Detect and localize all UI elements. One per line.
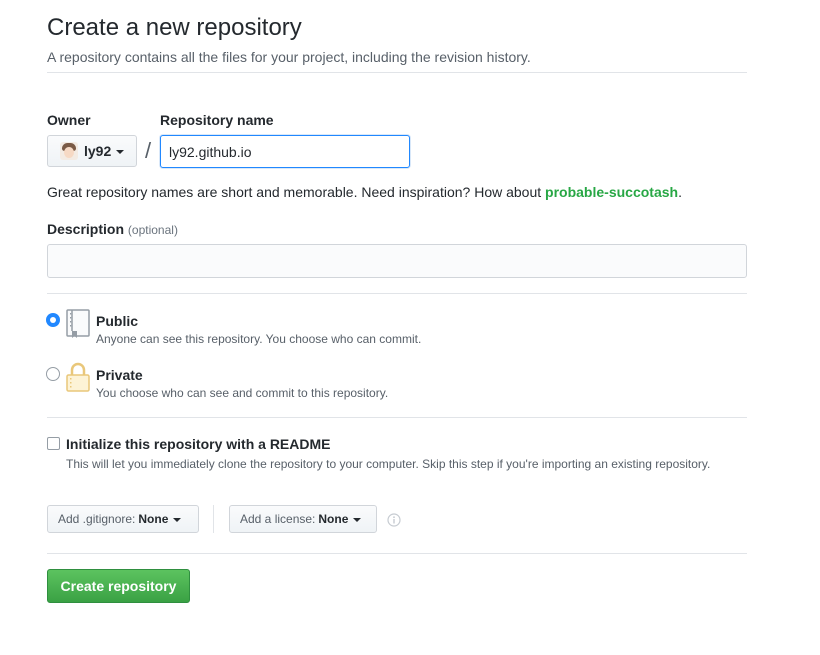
- page-subtitle: A repository contains all the files for …: [47, 49, 531, 65]
- optional-tag: (optional): [127, 223, 178, 237]
- repo-name-label: Repository name: [160, 112, 274, 128]
- select-divider: [213, 505, 214, 533]
- private-option-desc: You choose who can see and commit to thi…: [96, 386, 389, 400]
- caret-down-icon: [353, 518, 362, 522]
- private-option-title[interactable]: Private: [96, 366, 143, 384]
- readme-option-title[interactable]: Initialize this repository with a README: [66, 435, 330, 453]
- visibility-divider: [47, 417, 747, 418]
- info-icon[interactable]: [387, 513, 401, 527]
- gitignore-label: Add .gitignore:: [58, 512, 136, 526]
- section-divider: [47, 293, 747, 294]
- hint-end: .: [678, 184, 682, 200]
- public-option-title[interactable]: Public: [96, 312, 138, 330]
- avatar: [60, 142, 78, 160]
- public-option-desc: Anyone can see this repository. You choo…: [96, 332, 422, 346]
- name-suggestion-link[interactable]: probable-succotash: [545, 184, 678, 200]
- lock-icon: [66, 362, 90, 392]
- owner-label: Owner: [47, 112, 91, 128]
- public-radio[interactable]: [46, 313, 60, 327]
- owner-select-button[interactable]: ly92: [47, 135, 137, 167]
- description-input[interactable]: [47, 244, 747, 278]
- create-repository-button[interactable]: Create repository: [47, 569, 190, 603]
- gitignore-select-button[interactable]: Add .gitignore: None: [47, 505, 199, 533]
- private-radio[interactable]: [46, 367, 60, 381]
- license-value: None: [318, 512, 349, 526]
- page-title: Create a new repository: [47, 14, 302, 41]
- caret-down-icon: [173, 518, 182, 522]
- repo-book-icon: [66, 309, 90, 338]
- description-label-text: Description: [47, 221, 125, 237]
- readme-option-desc: This will let you immediately clone the …: [66, 457, 711, 471]
- repository-name-input[interactable]: [160, 135, 410, 168]
- caret-down-icon: [116, 150, 125, 154]
- footer-divider: [47, 553, 747, 554]
- license-label: Add a license:: [240, 512, 316, 526]
- owner-value: ly92: [84, 143, 112, 159]
- header-divider: [47, 72, 747, 73]
- readme-checkbox[interactable]: [47, 437, 60, 450]
- gitignore-value: None: [138, 512, 169, 526]
- hint-text: Great repository names are short and mem…: [47, 184, 546, 200]
- description-label: Description (optional): [47, 220, 178, 239]
- name-hint: Great repository names are short and mem…: [47, 183, 682, 201]
- license-select-button[interactable]: Add a license: None: [229, 505, 377, 533]
- owner-repo-separator: /: [145, 138, 152, 163]
